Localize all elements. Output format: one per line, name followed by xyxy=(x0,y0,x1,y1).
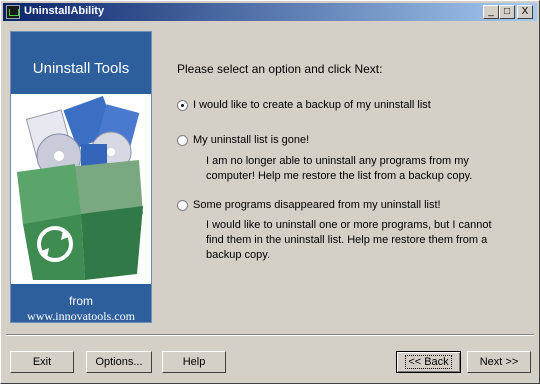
wizard-window: UninstallAbility _ □ X Uninstall Tools f… xyxy=(0,0,540,384)
title-bar: UninstallAbility _ □ X xyxy=(3,3,537,21)
wizard-prompt: Please select an option and click Next: xyxy=(177,62,383,76)
banner-from-label: from xyxy=(69,294,93,308)
option-programs-disappeared-label[interactable]: Some programs disappeared from my uninst… xyxy=(193,199,441,211)
radio-create-backup[interactable] xyxy=(177,100,188,111)
recycle-box-icon xyxy=(11,94,151,284)
banner-title: Uninstall Tools xyxy=(32,60,130,77)
next-button[interactable]: Next >> xyxy=(467,351,531,373)
exit-button[interactable]: Exit xyxy=(10,351,74,373)
button-separator xyxy=(6,334,534,336)
back-button[interactable]: << Back xyxy=(396,351,461,373)
options-button[interactable]: Options... xyxy=(86,351,152,373)
help-button[interactable]: Help xyxy=(162,351,226,373)
minimize-button[interactable]: _ xyxy=(483,5,499,19)
product-banner: Uninstall Tools from www.innovatools.com xyxy=(10,31,152,323)
window-title: UninstallAbility xyxy=(24,5,105,17)
radio-list-gone[interactable] xyxy=(177,135,188,146)
option-list-gone-description: I am no longer able to uninstall any pro… xyxy=(206,155,473,182)
maximize-button[interactable]: □ xyxy=(499,5,515,19)
radio-programs-disappeared[interactable] xyxy=(177,200,188,211)
product-box-image xyxy=(11,94,151,284)
banner-url: www.innovatools.com xyxy=(27,309,135,323)
option-create-backup-label[interactable]: I would like to create a backup of my un… xyxy=(193,99,431,111)
app-icon xyxy=(6,5,20,19)
close-button[interactable]: X xyxy=(517,5,533,19)
back-button-label: << Back xyxy=(405,355,452,369)
option-list-gone-label[interactable]: My uninstall list is gone! xyxy=(193,134,309,146)
option-programs-disappeared-description: I would like to uninstall one or more pr… xyxy=(206,219,492,261)
